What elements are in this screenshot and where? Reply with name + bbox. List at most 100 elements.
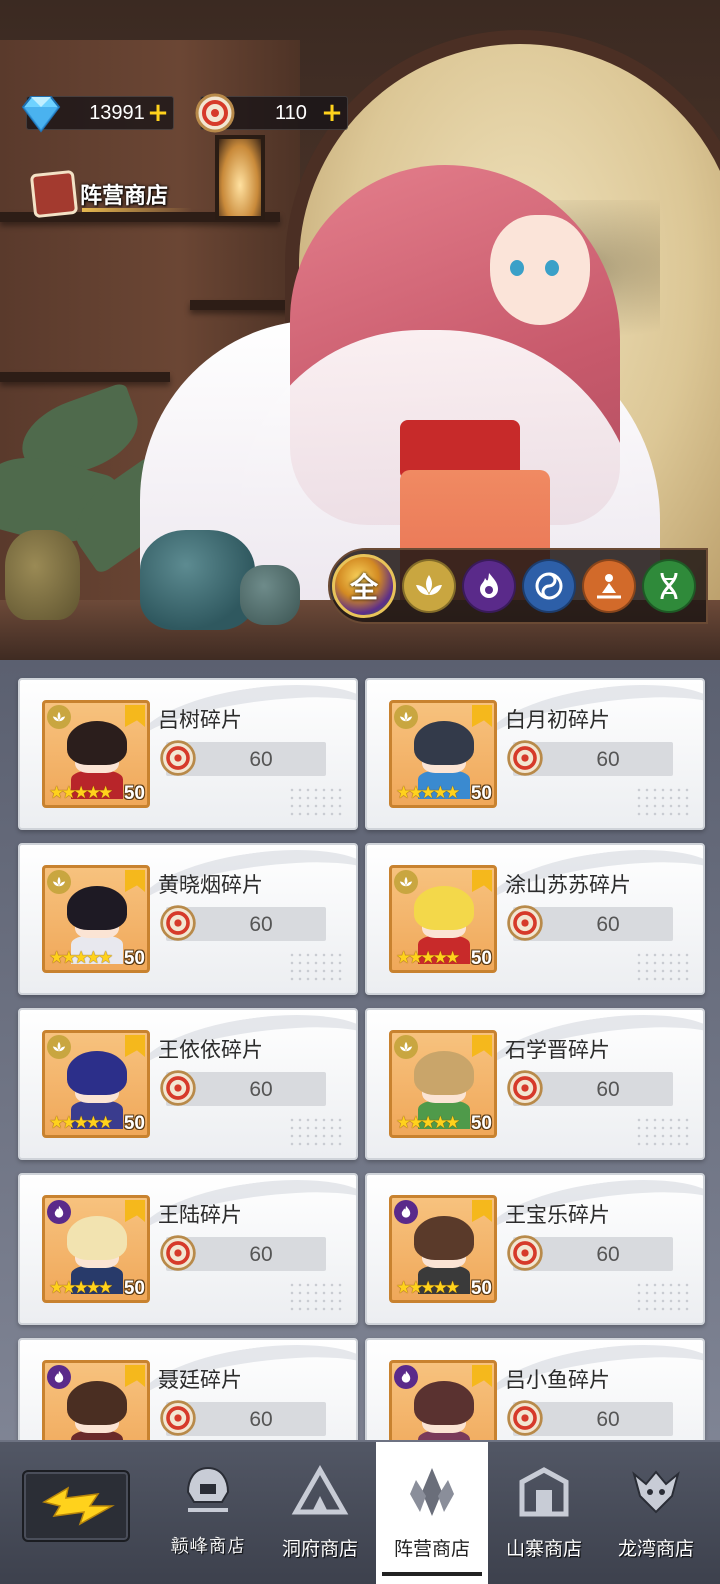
price-box[interactable]: 60 [507, 1400, 673, 1436]
small-pot [240, 565, 300, 625]
filter-dna-button[interactable] [642, 559, 696, 613]
card-dot-pattern [288, 1281, 346, 1313]
fragment-tag-icon [472, 705, 492, 727]
tab-label: 洞府商店 [281, 1538, 358, 1560]
chibi-hair [414, 721, 474, 765]
item-card[interactable]: ★★★★★ 50 吕树碎片 60 [18, 678, 358, 830]
card-dot-pattern [635, 1281, 693, 1313]
lotus-icon [416, 575, 442, 595]
item-card[interactable]: ★★★★★ 50 王依依碎片 60 [18, 1008, 358, 1160]
tab-peak-shop[interactable]: 𫎬峰商店 [152, 1442, 264, 1584]
item-card[interactable]: ★★★★★ 50 王宝乐碎片 60 [365, 1173, 705, 1325]
tab-cave-shop[interactable]: 洞府商店 [264, 1442, 376, 1584]
price-box[interactable]: 60 [507, 905, 673, 941]
price-box[interactable]: 60 [160, 1235, 326, 1271]
star-rating: ★★★★★ [396, 948, 460, 968]
flame-icon [394, 1200, 418, 1224]
dragon-icon [632, 1470, 680, 1514]
bottom-nav: 𫎬峰商店 洞府商店 阵营商店 山寨商店 龙湾商店 [0, 1440, 720, 1584]
item-name: 黄晓烟碎片 [158, 873, 263, 897]
hero-portrait: ★★★★★50 [389, 1195, 497, 1303]
add-faction-coin-button[interactable]: + [321, 100, 343, 126]
item-grid: ★★★★★ 50 吕树碎片 60 ★★★★★ 50 白月初碎片 60 ★★★★★ 50 黄晓烟碎片 6… [0, 660, 720, 1440]
card-dot-pattern [635, 786, 693, 818]
tab-dragon-bay-shop[interactable]: 龙湾商店 [600, 1442, 720, 1584]
item-card[interactable]: ★★★★★ 50 白月初碎片 60 [365, 678, 705, 830]
cave-icon [291, 1464, 349, 1515]
price-box[interactable]: 60 [507, 1070, 673, 1106]
filter-lotus-button[interactable] [402, 559, 456, 613]
item-card[interactable]: ★★★★★50 聂廷碎片 60 [18, 1338, 358, 1440]
price-box[interactable]: 60 [160, 1400, 326, 1436]
fragment-tag-icon [125, 870, 145, 892]
lotus-icon [47, 705, 71, 729]
item-card[interactable]: ★★★★★ 50 石学晋碎片 60 [365, 1008, 705, 1160]
gem-balance: 13991 + [21, 96, 174, 133]
filter-meditate-button[interactable] [582, 559, 636, 613]
price-box[interactable]: 60 [507, 740, 673, 776]
item-card[interactable]: ★★★★★ 50 黄晓烟碎片 60 [18, 843, 358, 995]
item-price: 60 [596, 913, 620, 936]
hero-portrait: ★★★★★50 [389, 1360, 497, 1440]
price-box[interactable]: 60 [507, 1235, 673, 1271]
hero-portrait: ★★★★★50 [389, 1030, 497, 1138]
lantern [215, 135, 265, 220]
lotus-icon [394, 870, 418, 894]
tab-faction-shop[interactable]: 阵营商店 [376, 1442, 488, 1584]
item-name: 吕树碎片 [158, 708, 242, 732]
filter-all-button[interactable]: 全 [332, 554, 396, 618]
tab-fortress-shop[interactable]: 山寨商店 [488, 1442, 600, 1584]
fragment-tag-icon [125, 1035, 145, 1057]
item-price: 60 [249, 913, 273, 936]
star-rating: ★★★★★ [49, 1113, 113, 1133]
back-button[interactable] [22, 1470, 130, 1542]
faction-coin-icon [160, 905, 196, 941]
item-card[interactable]: ★★★★★ 50 涂山苏苏碎片 60 [365, 843, 705, 995]
fragment-tag-icon [125, 705, 145, 727]
chibi-hair [414, 1381, 474, 1425]
hero-portrait: ★★★★★50 [389, 700, 497, 808]
faction-coin-balance: 110 + [195, 93, 348, 133]
faction-coin-icon [507, 905, 543, 941]
chibi-hair [67, 1051, 127, 1095]
price-box[interactable]: 60 [160, 1070, 326, 1106]
item-name: 吕小鱼碎片 [505, 1368, 610, 1392]
lotus-icon [394, 705, 418, 729]
faction-coin-icon [160, 1400, 196, 1436]
title-underline [82, 208, 192, 212]
item-price: 60 [596, 1078, 620, 1101]
flame-icon [47, 1200, 71, 1224]
faction-coin-icon [160, 740, 196, 776]
item-card[interactable]: ★★★★★50 吕小鱼碎片 60 [365, 1338, 705, 1440]
fragment-tag-icon [472, 870, 492, 892]
tab-label: 𫎬峰商店 [169, 1535, 246, 1557]
star-rating: ★★★★★ [396, 783, 460, 803]
fortress-icon [519, 1467, 569, 1517]
price-box[interactable]: 60 [160, 905, 326, 941]
hero-portrait: ★★★★★50 [42, 1195, 150, 1303]
item-card[interactable]: ★★★★★ 50 王陆碎片 60 [18, 1173, 358, 1325]
fragment-count: 50 [470, 948, 492, 969]
shop-title-text: 阵营商店 [80, 184, 169, 209]
item-price: 60 [249, 1243, 273, 1266]
character-eye [510, 260, 524, 276]
card-dot-pattern [288, 786, 346, 818]
item-price: 60 [249, 748, 273, 771]
diamond-icon [21, 96, 61, 133]
filter-flame-button[interactable] [462, 559, 516, 613]
character-eye [545, 260, 559, 276]
hero-portrait: ★★★★★50 [42, 1030, 150, 1138]
shelf [0, 372, 170, 382]
chibi-hair [414, 1051, 474, 1095]
tab-label: 山寨商店 [505, 1538, 582, 1560]
price-box[interactable]: 60 [160, 740, 326, 776]
item-name: 涂山苏苏碎片 [505, 873, 631, 897]
fragment-tag-icon [125, 1365, 145, 1387]
chibi-hair [414, 1216, 474, 1260]
add-gems-button[interactable]: + [147, 100, 169, 126]
filter-swirl-button[interactable] [522, 559, 576, 613]
faction-coin-icon [160, 1070, 196, 1106]
character-face [490, 215, 590, 325]
chibi-hair [67, 1381, 127, 1425]
faction-coin-icon [507, 1400, 543, 1436]
